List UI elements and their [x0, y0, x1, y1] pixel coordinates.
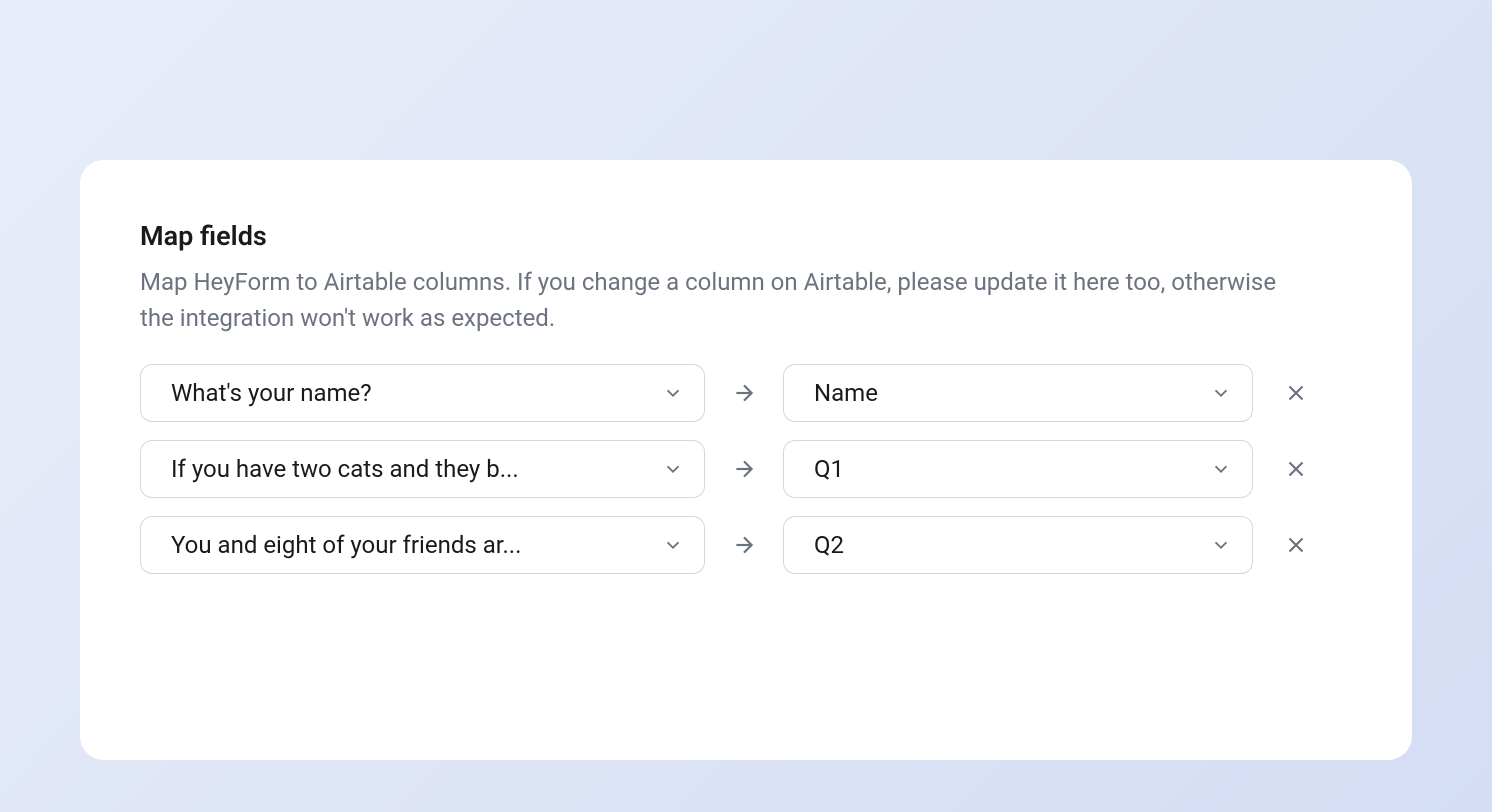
section-description: Map HeyForm to Airtable columns. If you …: [140, 264, 1300, 336]
source-field-dropdown[interactable]: You and eight of your friends ar...: [140, 516, 705, 574]
dropdown-label: You and eight of your friends ar...: [171, 531, 521, 559]
chevron-down-icon: [662, 458, 684, 480]
map-fields-card: Map fields Map HeyForm to Airtable colum…: [80, 160, 1412, 760]
target-field-dropdown[interactable]: Q1: [783, 440, 1253, 498]
close-icon: [1283, 532, 1309, 558]
dropdown-label: What's your name?: [171, 379, 372, 407]
target-field-dropdown[interactable]: Name: [783, 364, 1253, 422]
section-title: Map fields: [140, 220, 1352, 252]
dropdown-label: If you have two cats and they b...: [171, 455, 519, 483]
target-field-dropdown[interactable]: Q2: [783, 516, 1253, 574]
chevron-down-icon: [1210, 458, 1232, 480]
chevron-down-icon: [1210, 382, 1232, 404]
source-field-dropdown[interactable]: If you have two cats and they b...: [140, 440, 705, 498]
dropdown-label: Name: [814, 379, 878, 407]
chevron-down-icon: [662, 534, 684, 556]
arrow-right-icon: [731, 456, 757, 482]
chevron-down-icon: [662, 382, 684, 404]
arrow-right-icon: [731, 532, 757, 558]
mapping-row: If you have two cats and they b... Q1: [140, 440, 1352, 498]
arrow-right-icon: [731, 380, 757, 406]
remove-mapping-button[interactable]: [1279, 452, 1313, 486]
dropdown-label: Q1: [814, 455, 844, 483]
mapping-row: What's your name? Name: [140, 364, 1352, 422]
close-icon: [1283, 456, 1309, 482]
remove-mapping-button[interactable]: [1279, 528, 1313, 562]
dropdown-label: Q2: [814, 531, 844, 559]
source-field-dropdown[interactable]: What's your name?: [140, 364, 705, 422]
remove-mapping-button[interactable]: [1279, 376, 1313, 410]
mapping-row: You and eight of your friends ar... Q2: [140, 516, 1352, 574]
close-icon: [1283, 380, 1309, 406]
chevron-down-icon: [1210, 534, 1232, 556]
